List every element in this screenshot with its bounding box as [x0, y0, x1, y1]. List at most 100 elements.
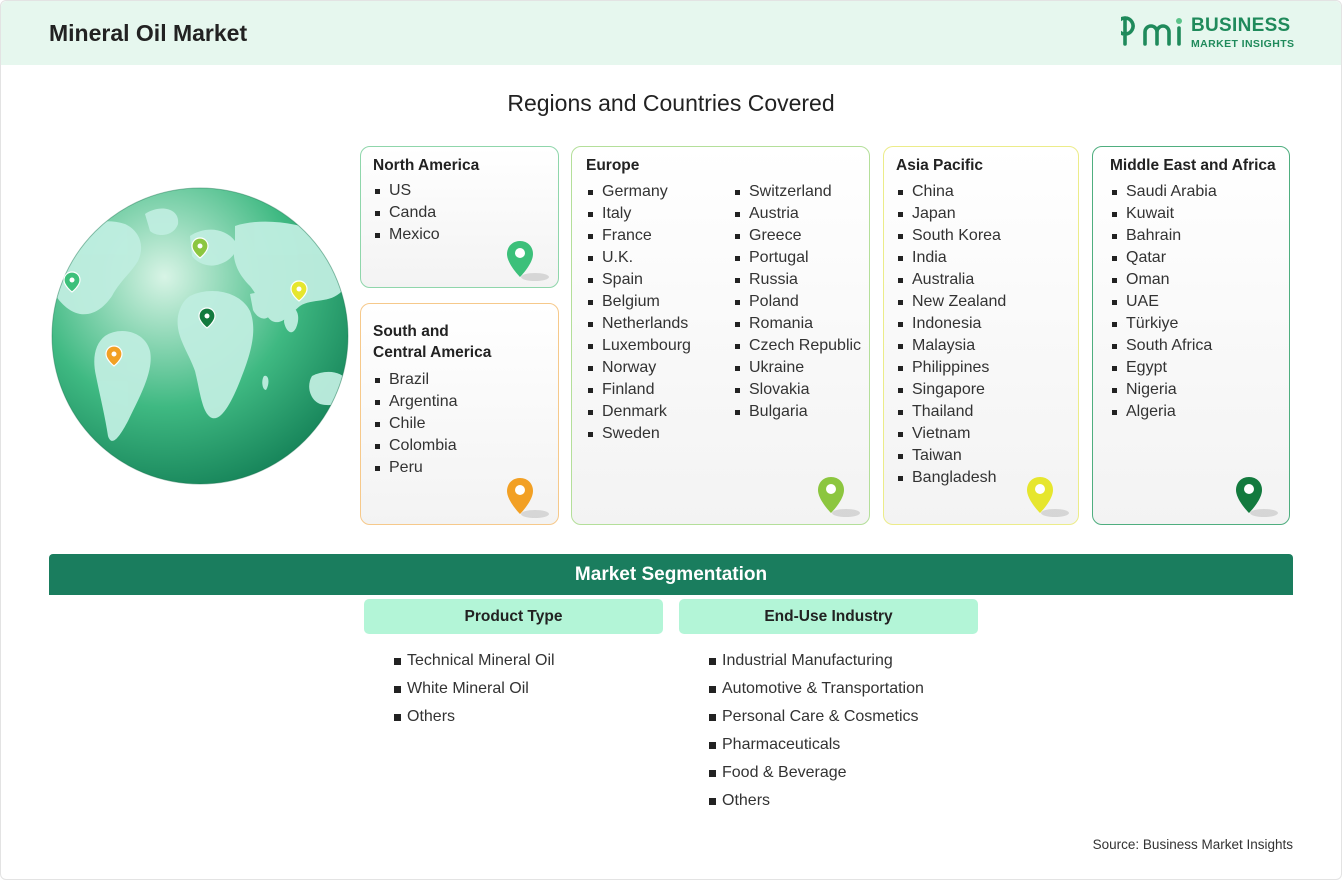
globe-illustration	[51, 187, 349, 485]
list-item: Sweden	[586, 423, 691, 445]
region-list-north-america: US Canda Mexico	[373, 180, 440, 246]
region-card-europe: Europe Germany Italy France U.K. Spain B…	[571, 146, 870, 525]
region-list-europe-col1: Germany Italy France U.K. Spain Belgium …	[586, 181, 691, 445]
list-item: China	[896, 181, 1006, 203]
list-item: Netherlands	[586, 313, 691, 335]
list-item: Nigeria	[1110, 379, 1217, 401]
regions-title: Regions and Countries Covered	[507, 90, 835, 116]
region-card-south-central-america: South and Central America Brazil Argenti…	[360, 303, 559, 525]
segmentation-title: Market Segmentation	[574, 564, 768, 585]
list-item: Japan	[896, 203, 1006, 225]
list-item: Argentina	[373, 391, 458, 413]
list-item: Personal Care & Cosmetics	[708, 703, 924, 731]
list-item: Oman	[1110, 269, 1217, 291]
logo-text-market-insights: MARKET INSIGHTS	[1191, 38, 1295, 50]
region-title-line: South and	[373, 323, 449, 340]
list-item: Spain	[586, 269, 691, 291]
list-item: Ukraine	[733, 357, 861, 379]
list-item: Others	[393, 703, 555, 731]
list-item: Chile	[373, 413, 458, 435]
list-item: Philippines	[896, 357, 1006, 379]
source-note: Source: Business Market Insights	[1092, 837, 1293, 852]
list-item: Czech Republic	[733, 335, 861, 357]
region-title-south-central-america: South and Central America	[373, 321, 491, 363]
list-item: Germany	[586, 181, 691, 203]
list-item: Belgium	[586, 291, 691, 313]
list-item: Canda	[373, 202, 440, 224]
list-item: Pharmaceuticals	[708, 731, 924, 759]
region-title-europe: Europe	[586, 157, 640, 174]
list-item: Brazil	[373, 369, 458, 391]
list-item: Luxembourg	[586, 335, 691, 357]
list-item: Bulgaria	[733, 401, 861, 423]
list-item: Denmark	[586, 401, 691, 423]
list-item: Qatar	[1110, 247, 1217, 269]
region-card-asia-pacific: Asia Pacific China Japan South Korea Ind…	[883, 146, 1079, 525]
list-item: Portugal	[733, 247, 861, 269]
list-item: Russia	[733, 269, 861, 291]
list-item: Italy	[586, 203, 691, 225]
list-item: Switzerland	[733, 181, 861, 203]
region-card-middle-east-africa: Middle East and Africa Saudi Arabia Kuwa…	[1092, 146, 1290, 525]
list-item: Mexico	[373, 224, 440, 246]
list-item: South Africa	[1110, 335, 1217, 357]
map-pin-icon	[1027, 477, 1069, 517]
header-bar: Mineral Oil Market BUSINESS MARKET INSIG…	[1, 1, 1341, 65]
list-item: Automotive & Transportation	[708, 675, 924, 703]
list-item: India	[896, 247, 1006, 269]
list-item: Norway	[586, 357, 691, 379]
list-item: Peru	[373, 457, 458, 479]
map-pin-icon	[507, 478, 549, 518]
region-list-asia-pacific: China Japan South Korea India Australia …	[896, 181, 1006, 489]
list-item: Others	[708, 787, 924, 815]
list-item: Saudi Arabia	[1110, 181, 1217, 203]
list-item: Food & Beverage	[708, 759, 924, 787]
list-item: U.K.	[586, 247, 691, 269]
list-item: Slovakia	[733, 379, 861, 401]
brand-logo: BUSINESS MARKET INSIGHTS	[1121, 15, 1296, 53]
region-list-europe-col2: Switzerland Austria Greece Portugal Russ…	[733, 181, 861, 423]
region-list-middle-east-africa: Saudi Arabia Kuwait Bahrain Qatar Oman U…	[1110, 181, 1217, 423]
list-item: France	[586, 225, 691, 247]
list-item: Technical Mineral Oil	[393, 647, 555, 675]
logo-text-business: BUSINESS	[1191, 15, 1291, 36]
region-title-north-america: North America	[373, 157, 480, 174]
region-title-asia-pacific: Asia Pacific	[896, 157, 984, 174]
list-item: White Mineral Oil	[393, 675, 555, 703]
region-card-north-america: North America US Canda Mexico	[360, 146, 559, 288]
segment-header-product-type: Product Type	[364, 599, 663, 634]
list-item: Colombia	[373, 435, 458, 457]
list-item: Romania	[733, 313, 861, 335]
list-item: UAE	[1110, 291, 1217, 313]
list-item: Bangladesh	[896, 467, 1006, 489]
list-item: Australia	[896, 269, 1006, 291]
region-title-middle-east-africa: Middle East and Africa	[1110, 157, 1276, 174]
list-item: Industrial Manufacturing	[708, 647, 924, 675]
list-item: Greece	[733, 225, 861, 247]
segment-list-product-type: Technical Mineral Oil White Mineral Oil …	[393, 647, 555, 731]
map-pin-icon	[507, 241, 549, 281]
region-title-line: Central America	[373, 344, 492, 361]
bmi-logo-icon	[1121, 16, 1182, 46]
segment-header-end-use: End-Use Industry	[679, 599, 978, 634]
list-item: New Zealand	[896, 291, 1006, 313]
list-item: Algeria	[1110, 401, 1217, 423]
list-item: Egypt	[1110, 357, 1217, 379]
list-item: Thailand	[896, 401, 1006, 423]
list-item: Malaysia	[896, 335, 1006, 357]
list-item: Indonesia	[896, 313, 1006, 335]
list-item: South Korea	[896, 225, 1006, 247]
segment-list-end-use: Industrial Manufacturing Automotive & Tr…	[708, 647, 924, 815]
list-item: Taiwan	[896, 445, 1006, 467]
region-list-south-central-america: Brazil Argentina Chile Colombia Peru	[373, 369, 458, 479]
list-item: Bahrain	[1110, 225, 1217, 247]
segmentation-bar: Market Segmentation	[49, 554, 1293, 595]
list-item: Türkiye	[1110, 313, 1217, 335]
list-item: Poland	[733, 291, 861, 313]
map-pin-icon	[818, 477, 860, 517]
list-item: Austria	[733, 203, 861, 225]
list-item: Finland	[586, 379, 691, 401]
list-item: Singapore	[896, 379, 1006, 401]
page-title: Mineral Oil Market	[49, 20, 248, 46]
list-item: US	[373, 180, 440, 202]
